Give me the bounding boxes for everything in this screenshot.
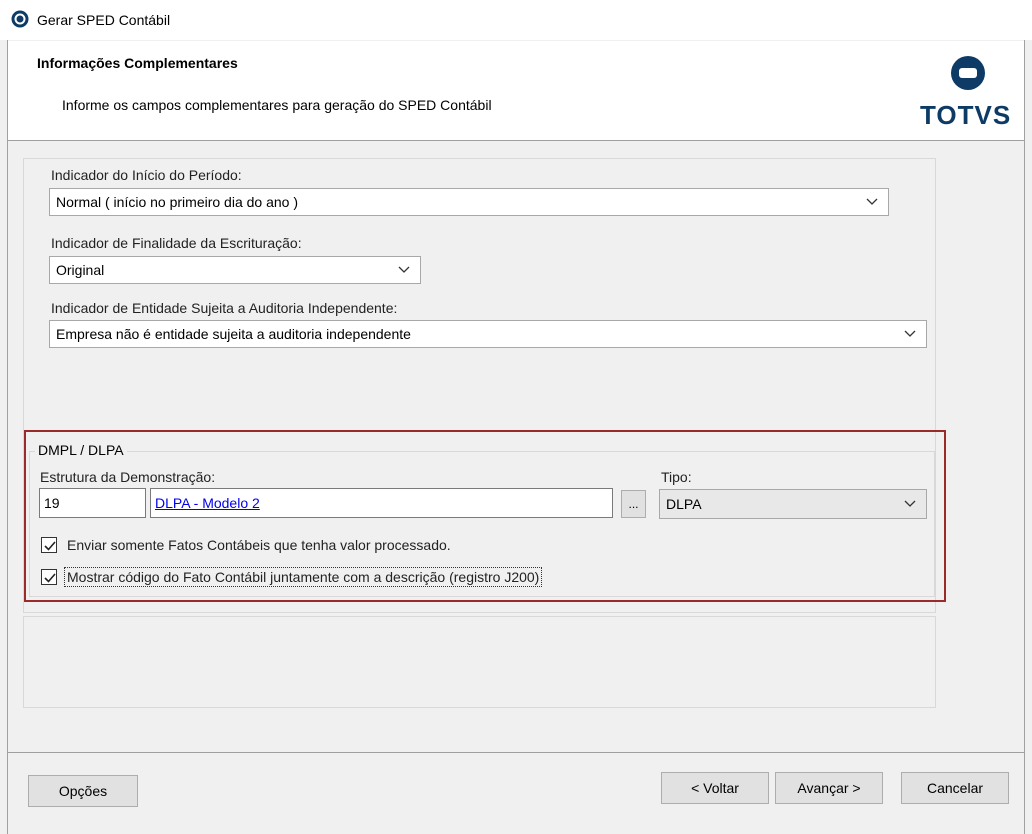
- page-subtitle: Informe os campos complementares para ge…: [62, 97, 492, 113]
- avancar-button[interactable]: Avançar >: [775, 772, 883, 804]
- check-fatos-processados-label[interactable]: Enviar somente Fatos Contábeis que tenha…: [67, 537, 451, 553]
- check-fatos-processados[interactable]: [41, 537, 57, 553]
- totvs-logo-icon: [950, 55, 986, 91]
- totvs-logo-text: TOTVS: [920, 100, 1012, 130]
- finalidade-select[interactable]: Original: [49, 256, 421, 284]
- chevron-down-icon: [398, 266, 410, 273]
- tipo-value: DLPA: [666, 496, 702, 512]
- auditoria-label: Indicador de Entidade Sujeita a Auditori…: [51, 300, 398, 316]
- estrutura-desc-field[interactable]: DLPA - Modelo 2: [150, 488, 613, 518]
- voltar-button[interactable]: < Voltar: [661, 772, 769, 804]
- check-mostrar-codigo-label[interactable]: Mostrar código do Fato Contábil juntamen…: [64, 567, 543, 587]
- footer-divider: [8, 752, 1024, 753]
- app-icon: [11, 10, 29, 28]
- lookup-button[interactable]: ...: [621, 490, 646, 518]
- checkmark-icon: [44, 541, 56, 551]
- periodo-value: Normal ( início no primeiro dia do ano ): [56, 194, 298, 210]
- cancelar-button[interactable]: Cancelar: [901, 772, 1009, 804]
- finalidade-label: Indicador de Finalidade da Escrituração:: [51, 235, 302, 251]
- estrutura-label: Estrutura da Demonstração:: [40, 469, 216, 485]
- info-panel: [23, 616, 936, 708]
- chevron-down-icon: [866, 198, 878, 205]
- estrutura-code-input[interactable]: 19: [39, 488, 146, 518]
- periodo-select[interactable]: Normal ( início no primeiro dia do ano ): [49, 188, 889, 216]
- chevron-down-icon: [904, 330, 916, 337]
- periodo-label: Indicador do Início do Período:: [51, 167, 242, 183]
- opcoes-button[interactable]: Opções: [28, 775, 138, 807]
- chevron-down-icon: [904, 500, 916, 507]
- auditoria-value: Empresa não é entidade sujeita a auditor…: [56, 326, 411, 342]
- check-mostrar-codigo[interactable]: [41, 569, 57, 585]
- tipo-label: Tipo:: [661, 469, 692, 485]
- checkmark-icon: [44, 573, 56, 583]
- finalidade-value: Original: [56, 262, 105, 278]
- estrutura-desc-link[interactable]: DLPA - Modelo 2: [155, 495, 260, 511]
- page-title: Informações Complementares: [37, 55, 238, 71]
- tipo-select[interactable]: DLPA: [659, 489, 927, 519]
- window-title: Gerar SPED Contábil: [37, 12, 171, 28]
- auditoria-select[interactable]: Empresa não é entidade sujeita a auditor…: [49, 320, 927, 348]
